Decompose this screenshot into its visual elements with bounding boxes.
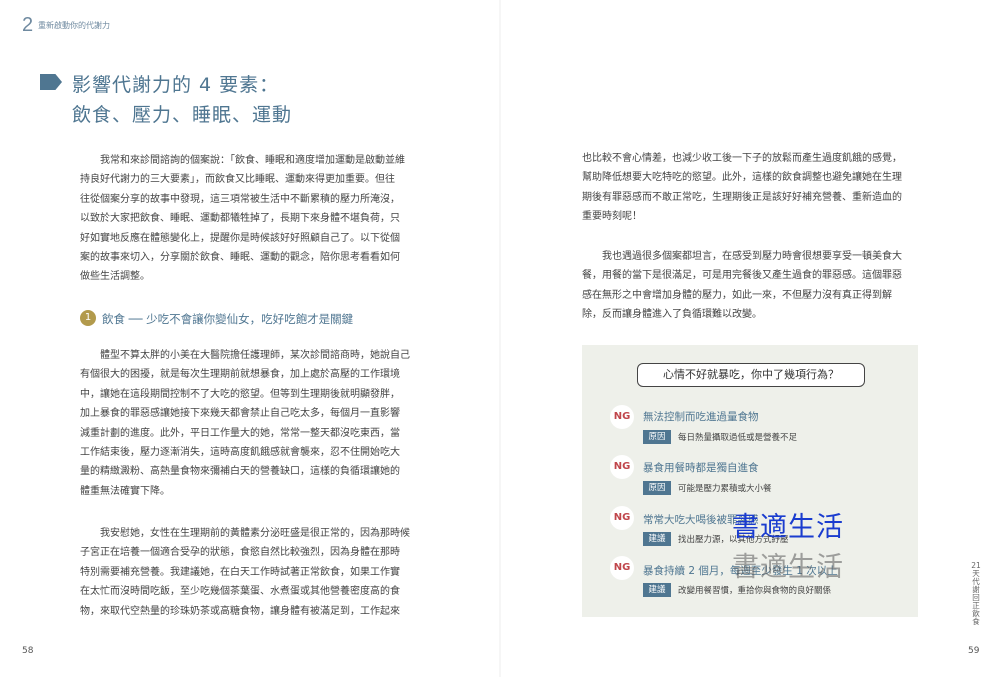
text-line: 重要時刻呢！ bbox=[582, 211, 642, 223]
reason-note: 可能是壓力累積或大小餐 bbox=[678, 484, 772, 494]
text-line: 除，反而讓身體進入了負循環難以改變。 bbox=[582, 309, 762, 321]
text-line: 好如實地反應在體態變化上，提醒你是時候該好好照顧自己了。以下從個 bbox=[80, 232, 400, 244]
text-line: 餐，用餐的當下是很滿足，可是用完餐後又產生過食的罪惡感。這個罪惡 bbox=[582, 270, 902, 282]
chapter-number: 2 bbox=[22, 14, 34, 36]
text-line: 加上暴食的罪惡感讓她接下來幾天都會禁止自己吃太多，每個月一直影響 bbox=[80, 408, 400, 420]
chapter-title: 重新啟動你的代謝力 bbox=[38, 21, 110, 30]
text-line: 我安慰她，女性在生理期前的黃體素分泌旺盛是很正常的，因為那時候 bbox=[100, 528, 410, 539]
advice-label: 建議 bbox=[643, 583, 671, 597]
text-line: 體型不算太胖的小美在大醫院擔任護理師，某次診間諮商時，她說自己 bbox=[100, 350, 410, 361]
text-line: 以致於大家把飲食、睡眠、運動都犧牲掉了，長期下來身體不堪負荷，只 bbox=[80, 213, 400, 225]
reason-label: 原因 bbox=[643, 481, 671, 495]
text-line: 我也遇過很多個案都坦言，在感受到壓力時會很想要享受一頓美食大 bbox=[602, 251, 902, 262]
text-line: 我常和來診間諮詢的個案說：「飲食、睡眠和適度增加運動是啟動並維 bbox=[100, 155, 405, 166]
left-page: 2 重新啟動你的代謝力 影響代謝力的 4 要素： 飲食、壓力、睡眠、運動 我常和… bbox=[0, 0, 500, 677]
text-line: 物，來取代空熱量的珍珠奶茶或高糖食物，讓身體有被滿足到，工作起來 bbox=[80, 605, 400, 617]
intro-paragraph: 我常和來診間諮詢的個案說：「飲食、睡眠和適度增加運動是啟動並維 持良好代謝力的三… bbox=[80, 151, 420, 287]
ng-behavior: 無法控制而吃進過量食物 bbox=[643, 411, 759, 423]
text-line: 也比較不會心情差，也減少收工後一下子的放鬆而產生過度飢餓的感覺， bbox=[582, 153, 902, 164]
text-line: 特別需要補充營養。我建議她，在白天工作時試著正常飲食，如果工作實 bbox=[80, 566, 400, 578]
watermark-gray: 書適生活 bbox=[732, 552, 844, 583]
text-line: 量的精緻澱粉、高熱量食物來彌補白天的營養缺口，這樣的負循環讓她的 bbox=[80, 466, 400, 478]
text-line: 幫助降低想要大吃特吃的慾望。此外，這樣的飲食調整也避免讓她在生理 bbox=[582, 172, 902, 184]
heading-tag-icon bbox=[40, 74, 62, 90]
right-page: 也比較不會心情差，也減少收工後一下子的放鬆而產生過度飢餓的感覺， 幫助降低想要大… bbox=[500, 0, 1000, 677]
story-paragraph: 體型不算太胖的小美在大醫院擔任護理師，某次診間諮商時，她說自己 有個很大的困擾，… bbox=[80, 346, 420, 501]
page-number-left: 58 bbox=[22, 646, 34, 656]
ng-behavior: 暴食用餐時都是獨自進食 bbox=[643, 462, 759, 474]
continued-paragraph: 也比較不會心情差，也減少收工後一下子的放鬆而產生過度飢餓的感覺， 幫助降低想要大… bbox=[582, 149, 927, 227]
text-line: 工作結束後，壓力逐漸消失，這時高度飢餓感就會襲來，忍不住開始吃大 bbox=[80, 447, 400, 459]
page-number-right: 59 bbox=[968, 646, 980, 656]
ng-badge: NG bbox=[610, 455, 634, 479]
text-line: 在太忙而沒時間吃飯，至少吃幾個茶葉蛋、水煮蛋或其他營養密度高的食 bbox=[80, 586, 400, 598]
advice-paragraph: 我安慰她，女性在生理期前的黃體素分泌旺盛是很正常的，因為那時候 子宮正在培養一個… bbox=[80, 524, 420, 621]
side-tab: 21天代謝回正飲食 bbox=[971, 561, 981, 626]
text-line: 案的故事來切入，分享關於飲食、睡眠、運動的觀念，陪你思考看看如何 bbox=[80, 252, 400, 264]
reason-label: 原因 bbox=[643, 430, 671, 444]
text-line: 中，讓她在這段期間控制不了大吃的慾望。但等到生理期後就明顯發胖， bbox=[80, 388, 400, 400]
advice-label: 建議 bbox=[643, 532, 671, 546]
checklist-title: 心情不好就暴吃，你中了幾項行為？ bbox=[637, 363, 865, 387]
ng-badge: NG bbox=[610, 506, 634, 530]
text-line: 往從個案分享的故事中發現，這三項常被生活中不斷累積的壓力所淹沒， bbox=[80, 193, 400, 205]
heading-line-2: 飲食、壓力、睡眠、運動 bbox=[72, 104, 293, 126]
stress-paragraph: 我也遇過很多個案都坦言，在感受到壓力時會很想要享受一頓美食大 餐，用餐的當下是很… bbox=[582, 247, 927, 325]
watermark-blue: 書適生活 bbox=[732, 512, 844, 543]
text-line: 持良好代謝力的三大要素」，而飲食又比睡眠、運動來得更加重要。但往 bbox=[80, 174, 395, 186]
text-line: 期後有罪惡感而不敢正常吃，生理期後正是該好好補充營養、重新造血的 bbox=[582, 191, 902, 203]
text-line: 減重計劃的進度。此外，平日工作量大的她，常常一整天都沒吃東西，當 bbox=[80, 427, 400, 439]
text-line: 有個很大的困擾，就是每次生理期前就想暴食，加上處於高壓的工作環境 bbox=[80, 369, 400, 381]
advice-note: 改變用餐習慣，重拾你與食物的良好關係 bbox=[678, 586, 832, 596]
ng-badge: NG bbox=[610, 556, 634, 580]
reason-note: 每日熱量攝取過低或是營養不足 bbox=[678, 433, 798, 443]
text-line: 子宮正在培養一個適合受孕的狀態，食慾自然比較強烈，因為身體在那時 bbox=[80, 547, 400, 559]
text-line: 體重無法確實下降。 bbox=[80, 485, 170, 497]
subsection-number: 1 bbox=[80, 310, 96, 326]
text-line: 做些生活調整。 bbox=[80, 271, 150, 283]
text-line: 感在無形之中會增加身體的壓力，如此一來，不但壓力沒有真正得到解 bbox=[582, 289, 892, 301]
subsection-title: 飲食 ── 少吃不會讓你變仙女，吃好吃飽才是關鍵 bbox=[102, 312, 354, 326]
ng-badge: NG bbox=[610, 405, 634, 429]
heading-line-1: 影響代謝力的 4 要素： bbox=[72, 74, 280, 96]
